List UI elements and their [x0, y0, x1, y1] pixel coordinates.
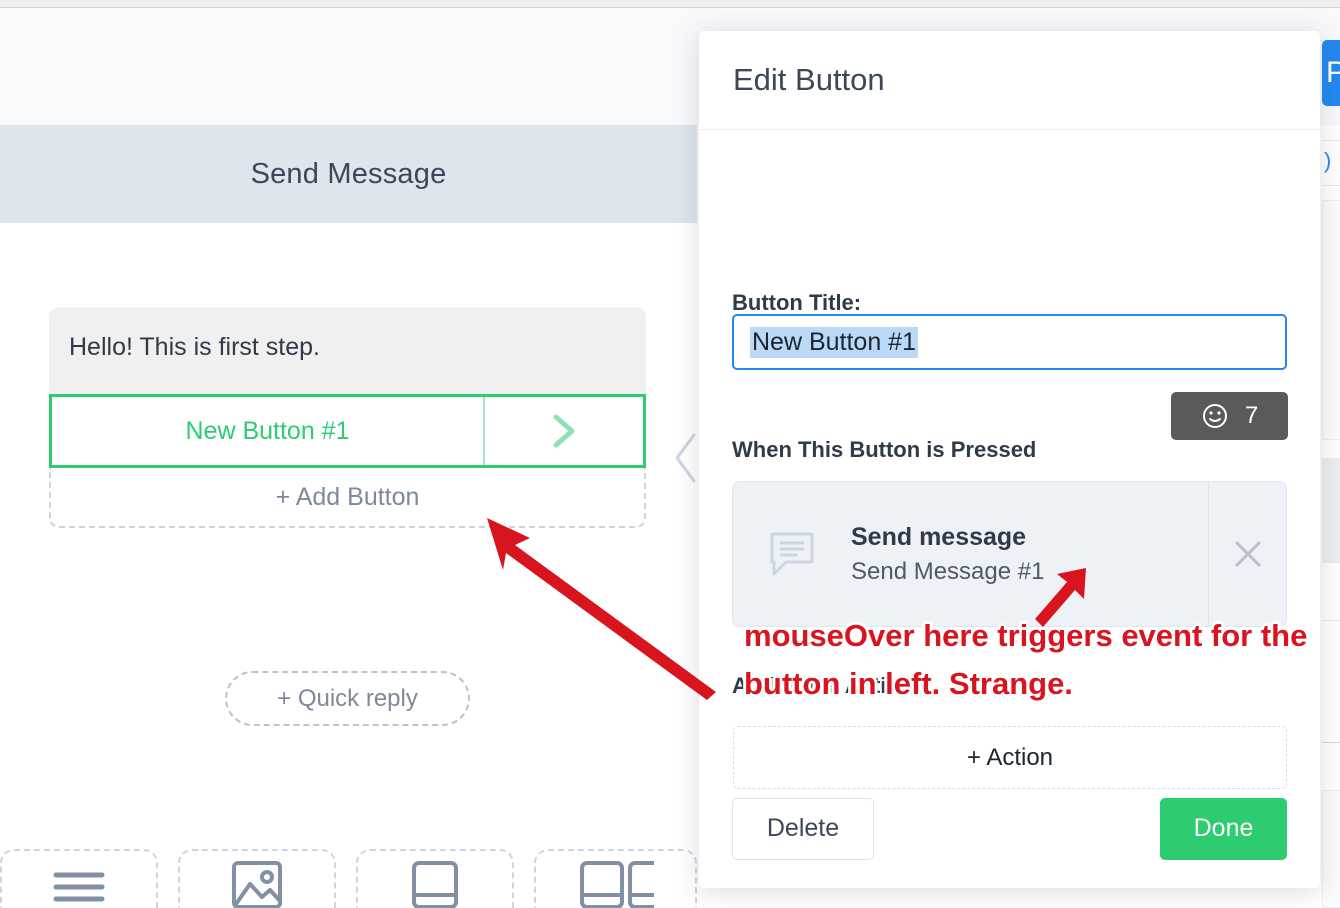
divider — [1322, 140, 1340, 141]
modal-title: Edit Button — [733, 62, 885, 97]
close-icon — [1235, 541, 1260, 567]
modal-header: Edit Button — [699, 31, 1320, 130]
remove-action-button[interactable] — [1208, 481, 1286, 627]
step-header: Send Message — [0, 125, 697, 223]
image-tile[interactable] — [178, 849, 336, 908]
delete-button[interactable]: Delete — [732, 797, 874, 860]
message-button-connector[interactable] — [483, 397, 643, 465]
card-icon — [412, 861, 458, 908]
divider — [1322, 620, 1340, 621]
speech-bubble-icon-wrap — [733, 528, 851, 580]
modal-footer: Delete Done — [699, 769, 1320, 888]
carousel-tile[interactable] — [534, 849, 697, 908]
chip-fragment: ) — [1324, 148, 1332, 173]
action-subtitle: Send Message #1 — [851, 557, 1045, 585]
image-icon — [232, 861, 282, 908]
add-button[interactable]: + Add Button — [49, 468, 646, 528]
step-title: Send Message — [250, 157, 447, 190]
publish-button-fragment[interactable]: P — [1322, 40, 1340, 106]
browser-top-strip — [0, 0, 1340, 8]
carousel-icon — [579, 861, 654, 908]
button-title-value: New Button #1 — [750, 326, 918, 358]
publish-button-label: P — [1326, 56, 1340, 89]
emoji-count: 7 — [1244, 402, 1259, 429]
message-button-row[interactable]: New Button #1 — [49, 394, 646, 468]
smiley-icon — [1202, 404, 1227, 428]
message-text[interactable]: Hello! This is first step. — [49, 307, 646, 396]
flow-connector — [673, 432, 699, 489]
text-lines-icon — [53, 872, 105, 902]
done-button[interactable]: Done — [1160, 797, 1287, 860]
button-title-label: Button Title: — [732, 290, 862, 315]
text-tile[interactable] — [0, 849, 158, 908]
annotation-text: mouseOver here triggers event for the bu… — [744, 618, 1308, 702]
side-panel-fragment — [1322, 200, 1340, 440]
quick-reply-button[interactable]: + Quick reply — [225, 671, 470, 726]
screen: P ) Send Message Hello! This is first st… — [0, 0, 1340, 908]
when-pressed-label: When This Button is Pressed — [732, 437, 1037, 462]
message-card: Hello! This is first step. New Button #1… — [49, 307, 646, 528]
action-texts: Send message Send Message #1 — [851, 523, 1208, 586]
side-panel-row-fragment — [1322, 458, 1340, 563]
speech-bubble-icon — [770, 532, 814, 576]
edit-button-modal: Edit Button Button Title: New Button #1 … — [699, 31, 1320, 888]
side-panel-fragment — [1322, 790, 1340, 908]
action-title: Send message — [851, 522, 1027, 551]
chevron-left-icon — [675, 433, 696, 483]
message-button-label[interactable]: New Button #1 — [52, 397, 483, 465]
card-tile[interactable] — [356, 849, 514, 908]
action-card[interactable]: Send message Send Message #1 — [732, 481, 1287, 627]
divider — [1322, 185, 1340, 186]
divider — [1322, 742, 1340, 743]
button-title-input[interactable]: New Button #1 — [732, 314, 1287, 370]
chevron-right-icon — [553, 414, 575, 448]
emoji-picker-badge[interactable]: 7 — [1171, 392, 1288, 440]
